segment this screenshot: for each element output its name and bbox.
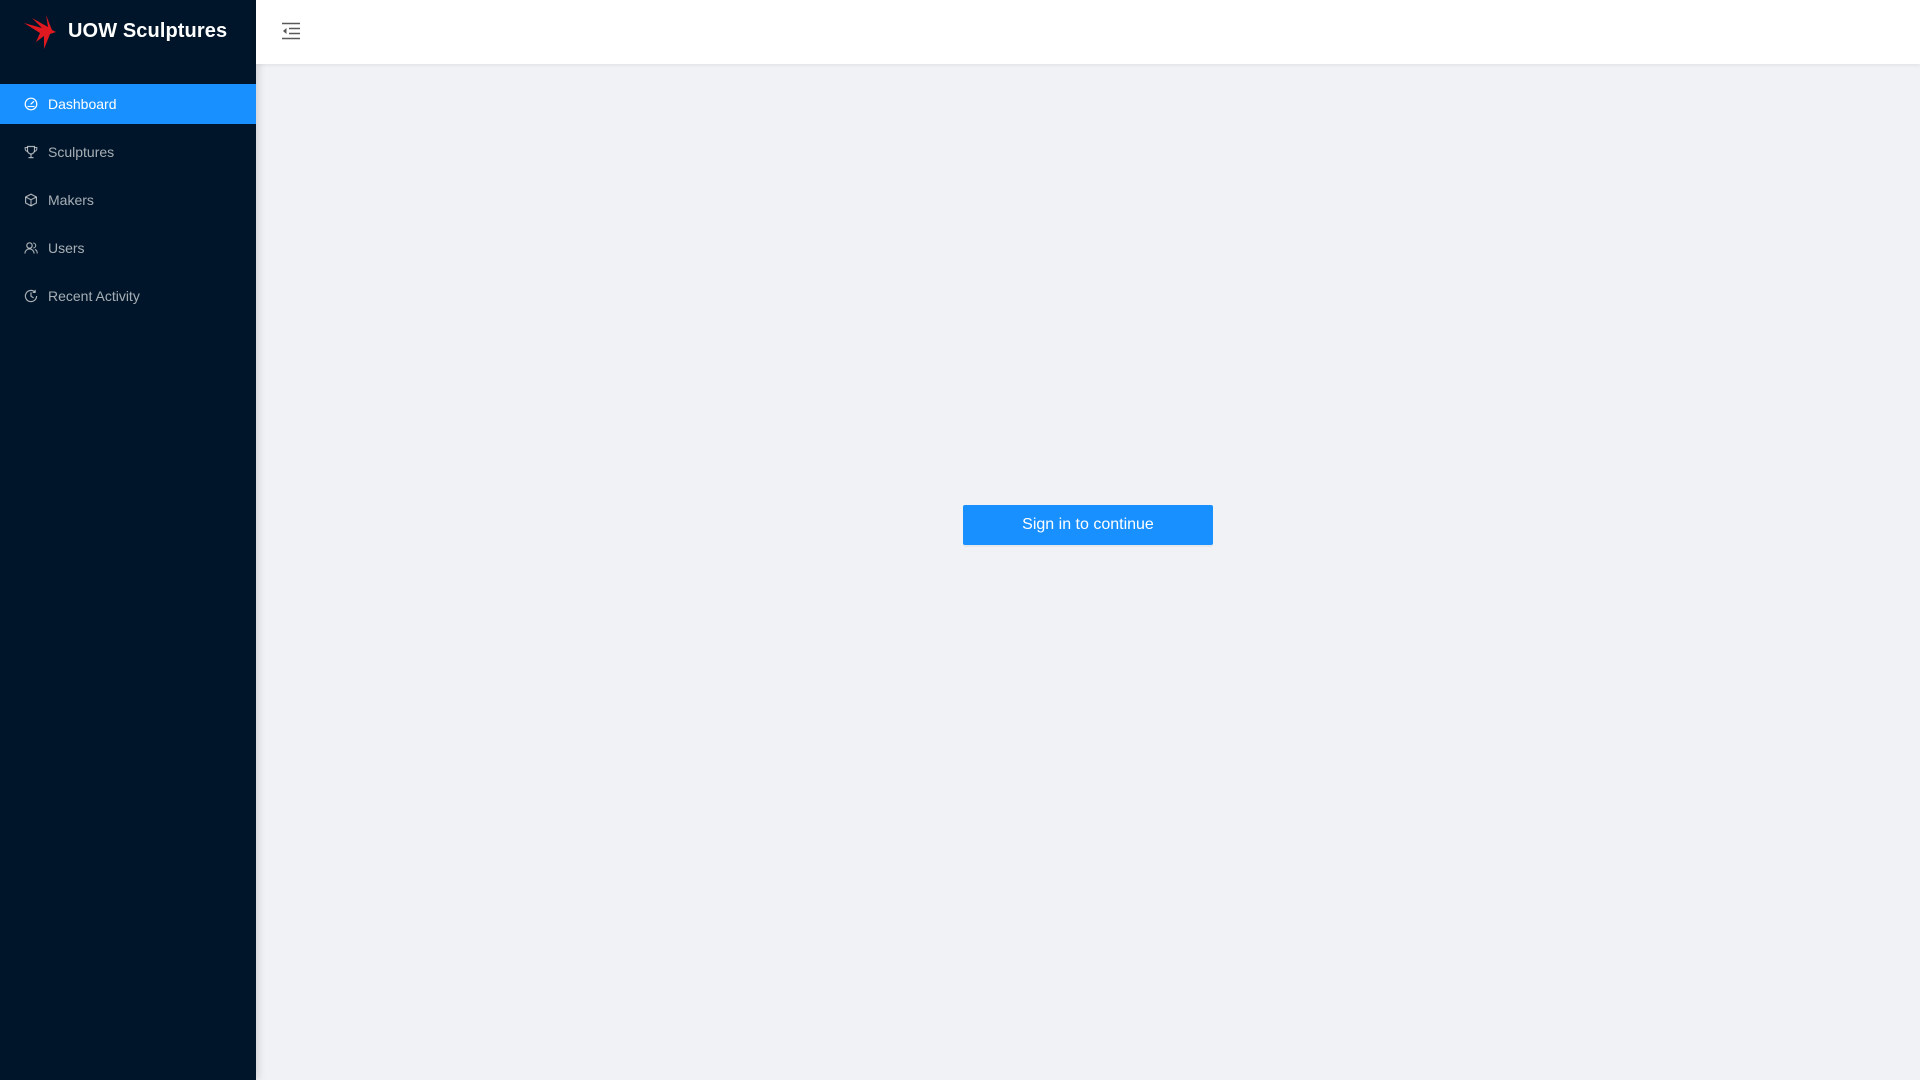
sidebar-item-recent-activity[interactable]: Recent Activity [0,276,256,316]
sidebar-item-label: Dashboard [48,96,117,112]
sidebar-item-makers[interactable]: Makers [0,180,256,220]
brand[interactable]: UOW Sculptures [0,0,256,66]
sign-in-button[interactable]: Sign in to continue [963,505,1213,545]
users-icon [24,242,38,254]
sidebar-menu: Dashboard Sculptures Makers Users Recent… [0,84,256,324]
main-content: Sign in to continue [256,64,1920,1080]
sidebar-item-dashboard[interactable]: Dashboard [0,84,256,124]
brand-title: UOW Sculptures [68,20,228,42]
app-root: UOW Sculptures Dashboard Sculptures Make… [0,0,1920,1080]
sidebar-item-label: Makers [48,192,94,208]
sidebar-item-label: Sculptures [48,144,115,160]
menu-fold-icon[interactable] [280,20,302,42]
trophy-icon [24,145,38,159]
sidebar-item-label: Recent Activity [48,288,140,304]
sidebar-item-sculptures[interactable]: Sculptures [0,132,256,172]
brand-logo-icon [24,15,56,49]
cube-icon [25,193,37,207]
sidebar: UOW Sculptures Dashboard Sculptures Make… [0,0,256,1080]
dashboard-icon [24,97,38,111]
sidebar-item-label: Users [48,240,85,256]
top-header [256,0,1920,64]
sidebar-item-users[interactable]: Users [0,228,256,268]
history-icon [24,289,38,303]
